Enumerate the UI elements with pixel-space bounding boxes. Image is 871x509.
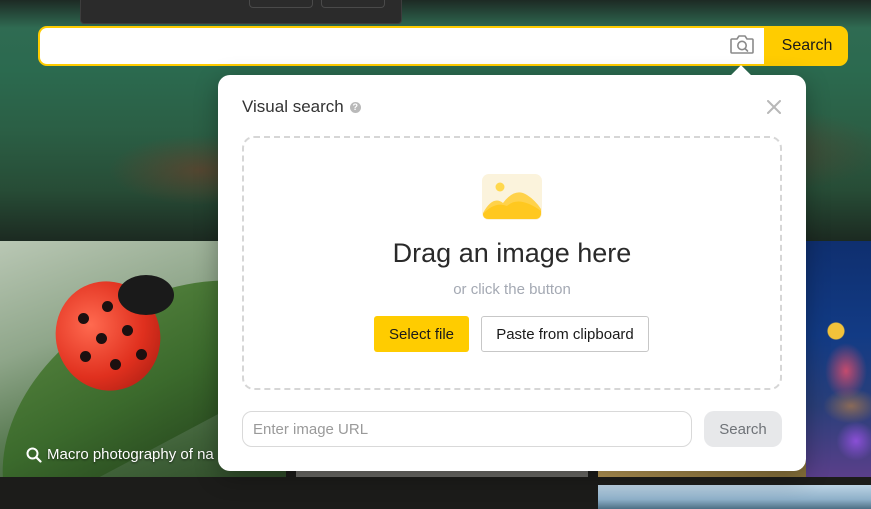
ladybug-spot	[110, 359, 121, 370]
search-button[interactable]: Search	[766, 26, 848, 66]
ladybug-spot	[78, 313, 89, 324]
top-menu-segment	[249, 0, 313, 8]
ladybug-spot	[122, 325, 133, 336]
image-url-input[interactable]	[242, 411, 692, 447]
camera-icon[interactable]	[728, 31, 756, 57]
search-input[interactable]	[40, 28, 764, 64]
question-circle-icon[interactable]: ?	[349, 101, 361, 113]
close-icon[interactable]	[764, 97, 784, 117]
ladybug-spot	[96, 333, 107, 344]
top-menu-segment	[321, 0, 385, 8]
top-menu-panel	[80, 0, 402, 24]
search-bar: Search	[38, 26, 848, 66]
ladybug-spot	[136, 349, 147, 360]
popup-title: Visual search ?	[242, 97, 361, 117]
gallery-tile-coral-reef[interactable]	[806, 241, 871, 477]
gallery-caption[interactable]: Macro photography of na	[26, 446, 214, 463]
visual-search-popup: Visual search ? Drag an image here or cl…	[218, 65, 806, 471]
popup-title-text: Visual search	[242, 97, 344, 116]
image-dropzone[interactable]: Drag an image here or click the button S…	[242, 136, 782, 390]
ladybug-spot	[80, 351, 91, 362]
select-file-button[interactable]: Select file	[374, 316, 469, 352]
ladybug-head	[118, 275, 174, 315]
dropzone-headline: Drag an image here	[392, 238, 632, 268]
ladybug-spot	[102, 301, 113, 312]
url-search-button[interactable]: Search	[704, 411, 782, 447]
paste-from-clipboard-button[interactable]: Paste from clipboard	[481, 316, 649, 352]
gallery-caption-text: Macro photography of na	[47, 446, 214, 463]
gallery-tile-landscape[interactable]	[598, 485, 871, 509]
image-placeholder-icon	[482, 174, 542, 220]
dropzone-subtext: or click the button	[453, 281, 571, 298]
search-icon	[26, 447, 42, 463]
